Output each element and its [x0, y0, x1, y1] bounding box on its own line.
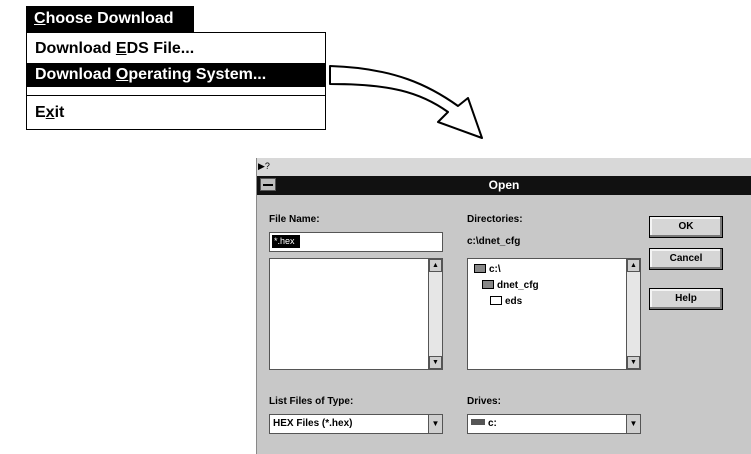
scroll-up-icon[interactable]: ▲ [627, 259, 640, 272]
help-button[interactable]: Help [649, 288, 723, 310]
dialog-title: Open [488, 178, 520, 192]
file-list[interactable]: ▲ ▼ [269, 258, 443, 370]
ok-button[interactable]: OK [649, 216, 723, 238]
help-cursor-icon: ▶? [258, 161, 270, 171]
open-dialog: ▶? Open File Name: *.hex ▲ ▼ Directories… [256, 158, 751, 454]
file-name-input[interactable]: *.hex [269, 232, 443, 252]
list-type-select[interactable]: HEX Files (*.hex) ▼ [269, 414, 443, 434]
drives-select[interactable]: c: ▼ [467, 414, 641, 434]
folder-open-icon [482, 280, 494, 289]
dir-item-dnet-cfg[interactable]: dnet_cfg [482, 279, 539, 293]
current-directory: c:\dnet_cfg [467, 236, 521, 247]
file-name-label: File Name: [269, 214, 320, 225]
directory-list[interactable]: c:\ dnet_cfg eds ▲ ▼ [467, 258, 641, 370]
dir-item-label: dnet_cfg [497, 280, 539, 291]
folder-open-icon [474, 264, 486, 273]
scroll-down-icon[interactable]: ▼ [429, 356, 442, 369]
scroll-up-icon[interactable]: ▲ [429, 259, 442, 272]
dialog-top-strip: ▶? [257, 158, 751, 176]
drive-value: c: [488, 418, 497, 429]
dialog-titlebar: Open [257, 176, 751, 195]
list-type-value: HEX Files (*.hex) [273, 418, 353, 429]
dropdown-arrow-icon[interactable]: ▼ [428, 415, 442, 433]
drives-label: Drives: [467, 396, 501, 407]
directory-list-scrollbar[interactable]: ▲ ▼ [626, 259, 640, 369]
dropdown-arrow-icon[interactable]: ▼ [626, 415, 640, 433]
dir-item-label: eds [505, 296, 523, 307]
file-list-scrollbar[interactable]: ▲ ▼ [428, 259, 442, 369]
dir-item-root[interactable]: c:\ [474, 263, 501, 277]
list-type-label: List Files of Type: [269, 396, 354, 407]
file-name-value: *.hex [272, 235, 300, 248]
system-menu-icon[interactable] [260, 178, 276, 191]
drive-icon [471, 419, 485, 425]
directories-label: Directories: [467, 214, 523, 225]
folder-icon [490, 296, 502, 305]
dir-item-label: c:\ [489, 264, 501, 275]
cancel-button[interactable]: Cancel [649, 248, 723, 270]
scroll-down-icon[interactable]: ▼ [627, 356, 640, 369]
dir-item-eds[interactable]: eds [490, 295, 522, 309]
